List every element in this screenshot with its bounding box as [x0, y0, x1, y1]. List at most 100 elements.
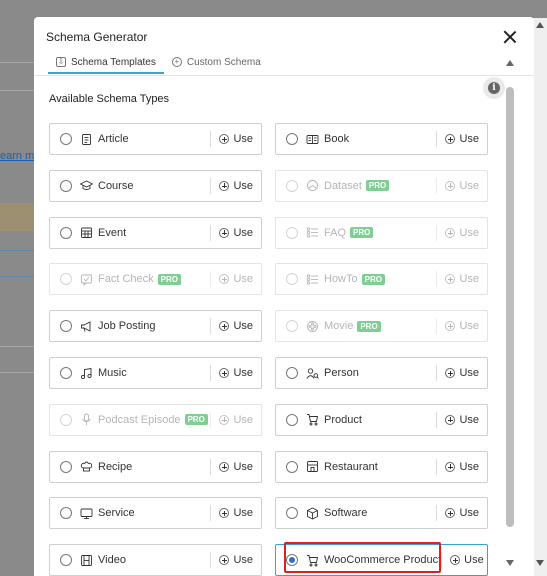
graduation-cap-icon [79, 180, 93, 192]
schema-label: Recipe [98, 460, 133, 473]
use-button: Use [210, 271, 261, 288]
schema-card-restaurant[interactable]: Restaurant Use [275, 450, 488, 483]
schema-label: Person [324, 367, 359, 379]
scroll-up-arrow-icon[interactable] [506, 60, 514, 66]
schema-card-product[interactable]: Product Use [275, 403, 488, 436]
schema-card-music[interactable]: Music Use [49, 357, 262, 389]
movie-icon [305, 320, 319, 332]
schema-label: WooCommerce Product [324, 554, 442, 567]
schema-radio[interactable] [286, 460, 298, 473]
schema-card-person[interactable]: Person Use [275, 357, 488, 389]
use-button[interactable]: Use [210, 552, 261, 569]
person-icon [305, 367, 319, 379]
plus-circle-icon [219, 321, 230, 332]
schema-radio [286, 273, 298, 286]
close-icon[interactable] [500, 27, 520, 47]
schema-card-video[interactable]: Video Use [49, 544, 262, 576]
schema-radio[interactable] [286, 367, 298, 379]
schema-card-fact-check: Fact Check PRO Use [49, 263, 262, 296]
schema-label: Event [98, 226, 127, 239]
schema-radio[interactable] [60, 320, 72, 333]
schema-label: Podcast Episode [98, 413, 181, 426]
use-button[interactable]: Use [436, 411, 487, 428]
scrollbar-thumb[interactable] [506, 87, 514, 527]
schema-radio[interactable] [60, 507, 72, 520]
tab-custom-schema[interactable]: + Custom Schema [164, 54, 269, 70]
plus-circle-icon [445, 508, 456, 519]
plus-circle-icon [219, 368, 230, 378]
use-button[interactable]: Use [210, 131, 261, 147]
film-icon [79, 554, 93, 566]
plus-circle-icon [219, 227, 230, 238]
scroll-down-arrow-icon[interactable] [506, 560, 514, 566]
modal-scrollbar[interactable] [505, 55, 515, 576]
monitor-icon [79, 507, 93, 519]
use-label: Use [233, 367, 253, 379]
schema-label: Movie [324, 320, 354, 333]
schema-radio[interactable] [60, 460, 72, 473]
schema-card-book[interactable]: Book Use [275, 123, 488, 155]
pro-badge: PRO [184, 414, 208, 426]
schema-card-job-posting[interactable]: Job Posting Use [49, 310, 262, 343]
schema-card-event[interactable]: Event Use [49, 216, 262, 249]
schema-card-software[interactable]: Software Use [275, 497, 488, 530]
use-label: Use [233, 133, 253, 145]
use-button[interactable]: Use [210, 505, 261, 522]
use-button[interactable]: Use [210, 224, 261, 241]
info-icon[interactable]: i [483, 77, 505, 99]
schema-radio[interactable] [286, 507, 298, 520]
box-icon [305, 507, 319, 520]
schema-radio[interactable] [60, 179, 72, 192]
use-button[interactable]: Use [436, 505, 487, 522]
schema-label: HowTo [324, 273, 358, 286]
scroll-up-arrow-icon[interactable] [536, 22, 544, 28]
pro-badge: PRO [365, 180, 390, 192]
use-label: Use [233, 460, 253, 473]
use-button[interactable]: Use [210, 458, 261, 475]
plus-circle-icon: + [171, 57, 182, 67]
schema-card-service[interactable]: Service Use [49, 497, 262, 530]
use-button[interactable]: Use [436, 458, 487, 475]
schema-radio[interactable] [286, 133, 298, 145]
schema-radio[interactable] [286, 554, 298, 567]
schema-radio [60, 413, 72, 426]
use-button[interactable]: Use [210, 365, 261, 381]
use-label: Use [233, 554, 253, 567]
schema-radio[interactable] [60, 367, 72, 379]
use-label: Use [464, 554, 484, 567]
use-button[interactable]: Use [210, 177, 261, 194]
use-button[interactable]: Use [441, 552, 492, 569]
use-button[interactable]: Use [436, 131, 487, 147]
music-icon [79, 367, 93, 379]
use-button[interactable]: Use [210, 318, 261, 335]
schema-card-article[interactable]: Article Use [49, 123, 262, 155]
schema-card-course[interactable]: Course Use [49, 169, 262, 202]
schema-radio [286, 320, 298, 333]
schema-radio[interactable] [286, 413, 298, 426]
schema-card-recipe[interactable]: Recipe Use [49, 450, 262, 483]
plus-circle-icon [445, 461, 456, 472]
schema-radio [60, 273, 72, 286]
use-label: Use [459, 226, 479, 239]
cart-icon [305, 414, 319, 426]
use-label: Use [459, 367, 479, 379]
plus-circle-icon [445, 368, 456, 378]
schema-label: Service [98, 507, 135, 520]
use-label: Use [459, 273, 479, 286]
schema-radio[interactable] [60, 226, 72, 239]
calendar-icon [79, 227, 93, 239]
pro-badge: PRO [157, 273, 181, 285]
schema-generator-modal: Schema Generator ⇩ Schema Templates + Cu… [34, 17, 534, 576]
page-scrollbar[interactable] [533, 18, 547, 576]
schema-card-woocommerce-product[interactable]: WooCommerce Product Use [275, 544, 488, 576]
schema-card-dataset: Dataset PRO Use [275, 169, 488, 202]
scroll-down-arrow-icon[interactable] [536, 560, 544, 566]
use-button[interactable]: Use [436, 365, 487, 381]
list-icon [305, 273, 319, 285]
tab-schema-templates[interactable]: ⇩ Schema Templates [48, 54, 164, 74]
schema-radio[interactable] [60, 133, 72, 145]
section-title: Available Schema Types [49, 93, 170, 105]
schema-radio[interactable] [60, 554, 72, 567]
template-icon: ⇩ [56, 57, 66, 67]
schema-label: Product [324, 413, 362, 426]
